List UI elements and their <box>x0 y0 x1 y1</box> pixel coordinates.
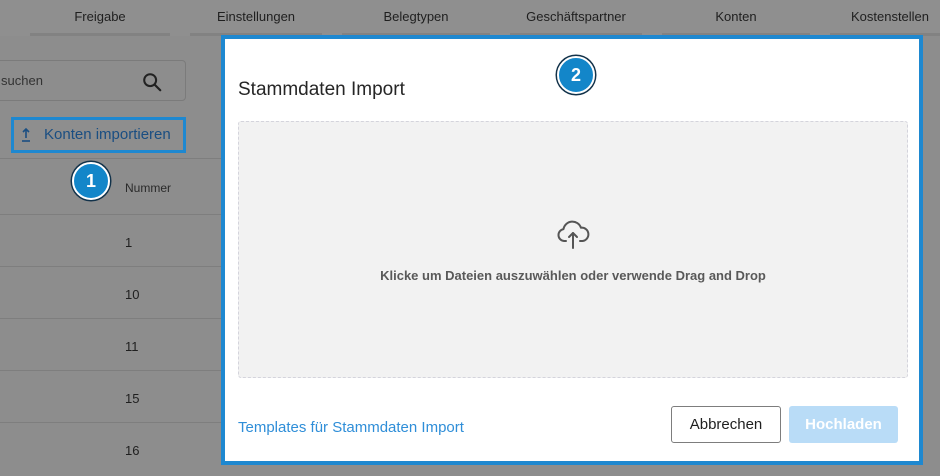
callout-badge-1: 1 <box>72 162 110 200</box>
table-cell-nummer: 16 <box>125 443 140 458</box>
search-placeholder: suchen <box>1 73 43 88</box>
tab-label: Freigabe <box>74 9 126 24</box>
upload-button[interactable]: Hochladen <box>789 406 898 443</box>
cloud-upload-icon <box>557 220 590 249</box>
table-row[interactable]: 16 <box>0 422 225 476</box>
templates-link[interactable]: Templates für Stammdaten Import <box>238 419 464 436</box>
file-dropzone[interactable]: Klicke um Dateien auszuwählen oder verwe… <box>238 121 908 378</box>
search-icon[interactable] <box>141 71 163 93</box>
cancel-button[interactable]: Abbrechen <box>671 406 781 443</box>
import-accounts-label: Konten importieren <box>44 126 171 143</box>
tab-konten[interactable]: Konten <box>652 0 820 36</box>
tab-einstellungen[interactable]: Einstellungen <box>180 0 332 36</box>
accounts-table: Nummer 1 10 11 15 16 <box>0 158 225 476</box>
tab-label: Geschäftspartner <box>526 9 626 24</box>
tab-label: Einstellungen <box>216 9 296 24</box>
table-cell-nummer: 15 <box>125 391 140 406</box>
tab-label: Kostenstellen <box>850 9 930 24</box>
tab-kostenstellen[interactable]: Kostenstellen <box>820 0 940 36</box>
table-header-row: Nummer <box>0 158 225 214</box>
tab-belegtypen[interactable]: Belegtypen <box>332 0 500 36</box>
column-header-nummer[interactable]: Nummer <box>125 181 171 195</box>
callout-badge-2: 2 <box>557 56 595 94</box>
table-cell-nummer: 11 <box>125 339 139 354</box>
tab-geschaeftspartner[interactable]: Geschäftspartner <box>500 0 652 36</box>
search-input[interactable]: suchen <box>0 60 186 101</box>
import-accounts-button[interactable]: Konten importieren <box>11 117 186 153</box>
table-row[interactable]: 15 <box>0 370 225 422</box>
table-row[interactable]: 10 <box>0 266 225 318</box>
table-cell-nummer: 10 <box>125 287 140 302</box>
tab-label: Belegtypen <box>383 9 449 24</box>
table-cell-nummer: 1 <box>125 235 133 250</box>
top-navigation: Freigabe Einstellungen Belegtypen Geschä… <box>0 0 940 36</box>
table-row[interactable]: 11 <box>0 318 225 370</box>
table-row[interactable]: 1 <box>0 214 225 266</box>
tab-label: Konten <box>715 9 757 24</box>
dropzone-instructions: Klicke um Dateien auszuwählen oder verwe… <box>380 268 766 283</box>
tab-freigabe[interactable]: Freigabe <box>20 0 180 36</box>
tab-underline <box>30 33 170 36</box>
import-dialog: Stammdaten Import Klicke um Dateien ausz… <box>221 35 923 465</box>
upload-arrow-icon <box>22 127 30 142</box>
dialog-title: Stammdaten Import <box>238 79 405 100</box>
